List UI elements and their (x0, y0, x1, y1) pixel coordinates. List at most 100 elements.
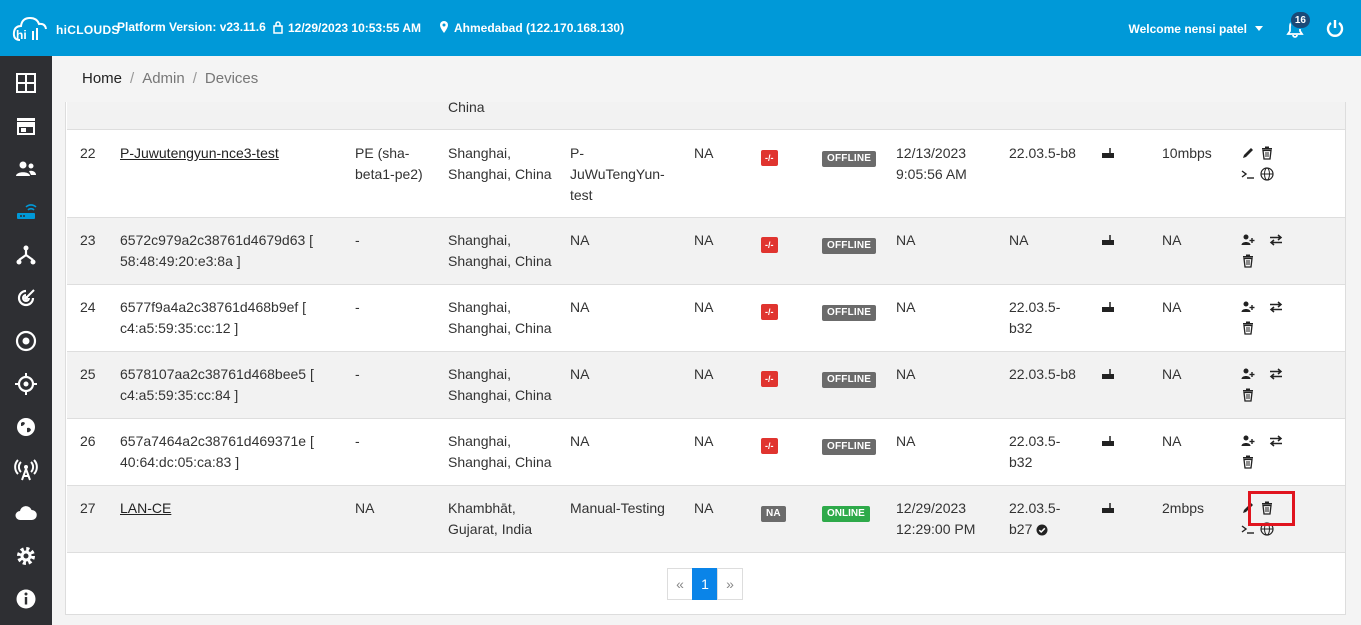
last-seen-date: NA (896, 366, 916, 382)
group-name: NA (570, 433, 590, 449)
gear-icon[interactable] (14, 544, 38, 568)
add-user-icon[interactable] (1241, 434, 1255, 448)
firmware-version: 22.03.5- (1009, 299, 1061, 315)
table-row: 25 6578107aa2c38761d468bee5 [c4:a5:59:35… (67, 352, 1345, 419)
location-city: Shanghai, (448, 299, 512, 315)
crosshair-icon[interactable] (14, 372, 38, 396)
status-badge: ONLINE (822, 506, 870, 522)
location-city: Shanghai, (448, 433, 512, 449)
row-number: 25 (80, 366, 96, 382)
globe-icon[interactable] (14, 415, 38, 439)
store-icon[interactable] (14, 114, 38, 138)
value-cell: NA (694, 299, 714, 315)
value-cell: NA (694, 366, 714, 382)
breadcrumb: Home / Admin / Devices (82, 70, 258, 87)
ip-badge: -/- (761, 304, 778, 320)
router-status-icon (1102, 369, 1114, 379)
breadcrumb-home[interactable]: Home (82, 70, 122, 87)
pagination-next[interactable]: » (717, 568, 743, 600)
device-mac: 58:48:49:20:e3:8a ] (120, 253, 241, 269)
devices-table-panel: China 22 P-Juwutengyun-nce3-test PE (sha… (65, 102, 1346, 615)
welcome-text: Welcome nensi patel (1128, 22, 1247, 36)
cloud-icon[interactable] (14, 501, 38, 525)
status-badge: OFFLINE (822, 439, 877, 455)
value-cell: NA (694, 433, 714, 449)
bandwidth: NA (1162, 232, 1182, 248)
device-type: - (355, 299, 360, 315)
antenna-icon[interactable] (14, 458, 38, 482)
top-bar: hi hiCLOUDS Platform Version: v23.11.6 1… (0, 0, 1361, 56)
device-name: 657a7464a2c38761d469371e [ (120, 433, 314, 449)
breadcrumb-admin[interactable]: Admin (142, 70, 185, 87)
firmware-version: 22.03.5-b8 (1009, 366, 1076, 382)
group-name-line3: test (570, 187, 593, 203)
breadcrumb-separator: / (130, 70, 135, 87)
trash-icon[interactable] (1241, 455, 1255, 469)
breadcrumb-separator: / (192, 70, 197, 87)
target-circle-icon[interactable] (14, 329, 38, 353)
check-circle-icon (1036, 524, 1048, 536)
power-icon[interactable] (1325, 18, 1345, 38)
info-icon[interactable] (14, 587, 38, 611)
table-row: 26 657a7464a2c38761d469371e [40:64:dc:05… (67, 419, 1345, 486)
user-menu-toggle[interactable]: Welcome nensi patel (1129, 22, 1263, 36)
location-region: Shanghai, China (448, 253, 552, 269)
location-region: Shanghai, China (448, 320, 552, 336)
svg-text:hi: hi (16, 28, 27, 42)
trash-icon[interactable] (1241, 388, 1255, 402)
table-row: 27 LAN-CE NA Khambhāt, Gujarat, India Man… (67, 486, 1345, 553)
pagination-page[interactable]: 1 (692, 568, 718, 600)
value-cell: NA (694, 232, 714, 248)
group-name: NA (570, 232, 590, 248)
ip-badge: -/- (761, 438, 778, 454)
row-number: 23 (80, 232, 96, 248)
signal-icon[interactable] (14, 286, 38, 310)
device-type: - (355, 366, 360, 382)
bandwidth: 10mbps (1162, 145, 1212, 161)
location-city: Shanghai, (448, 366, 512, 382)
firmware-version: NA (1009, 232, 1029, 248)
pagination-prev[interactable]: « (667, 568, 693, 600)
firmware-build: b27 (1009, 519, 1060, 540)
location-city: Khambhāt, (448, 500, 516, 516)
device-type-detail: beta1-pe2) (355, 166, 423, 182)
ip-badge: -/- (761, 371, 778, 387)
exchange-icon[interactable] (1269, 367, 1283, 381)
globe-icon[interactable] (1260, 167, 1274, 181)
router-icon[interactable] (14, 200, 38, 224)
users-icon[interactable] (14, 157, 38, 181)
table-row: 23 6572c979a2c38761d4679d63 [58:48:49:20… (67, 218, 1345, 285)
last-seen-date: 12/13/2023 (896, 145, 967, 161)
firmware-build: b32 (1009, 320, 1033, 336)
device-mac: c4:a5:59:35:cc:12 ] (120, 320, 239, 336)
status-badge: OFFLINE (822, 305, 877, 321)
group-name: Manual-Testing (570, 500, 665, 516)
network-topology-icon[interactable] (14, 243, 38, 267)
trash-icon[interactable] (1260, 146, 1274, 160)
add-user-icon[interactable] (1241, 300, 1255, 314)
add-user-icon[interactable] (1241, 233, 1255, 247)
pencil-icon[interactable] (1241, 146, 1255, 160)
terminal-icon[interactable] (1241, 167, 1255, 181)
row-number: 27 (80, 500, 96, 516)
router-status-icon (1102, 503, 1114, 513)
brand-name: hiCLOUDS (56, 23, 120, 37)
exchange-icon[interactable] (1269, 233, 1283, 247)
trash-icon[interactable] (1241, 321, 1255, 335)
datetime-display: 12/29/2023 10:53:55 AM (272, 20, 421, 35)
last-seen-date: NA (896, 299, 916, 315)
exchange-icon[interactable] (1269, 300, 1283, 314)
dashboard-icon[interactable] (14, 71, 38, 95)
ip-badge: -/- (761, 237, 778, 253)
bandwidth: NA (1162, 433, 1182, 449)
location-region: Shanghai, China (448, 166, 552, 182)
add-user-icon[interactable] (1241, 367, 1255, 381)
device-name-link[interactable]: LAN-CE (120, 500, 171, 516)
brand-logo[interactable]: hi hiCLOUDS (12, 12, 119, 44)
last-seen-date: 12/29/2023 (896, 500, 967, 516)
sidebar (0, 56, 52, 625)
device-name-link[interactable]: P-Juwutengyun-nce3-test (120, 145, 279, 161)
device-type: - (355, 232, 360, 248)
trash-icon[interactable] (1241, 254, 1255, 268)
exchange-icon[interactable] (1269, 434, 1283, 448)
